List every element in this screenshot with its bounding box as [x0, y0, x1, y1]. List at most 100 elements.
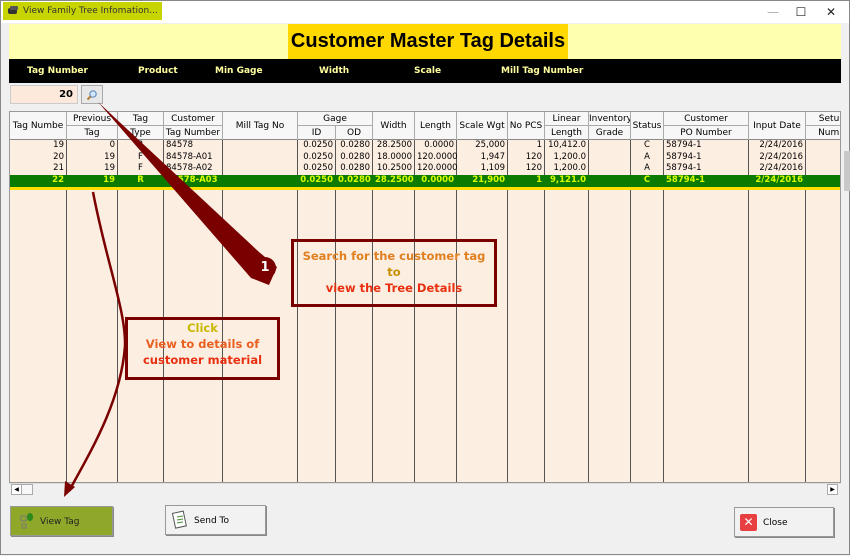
vertical-scrollbar[interactable] — [844, 151, 850, 191]
column-divider — [414, 140, 415, 482]
col-previous[interactable]: Previous — [67, 112, 118, 126]
col-tag-type[interactable]: Type — [118, 126, 164, 140]
cell-pcs: 1 — [536, 140, 542, 150]
cell-tag: 21 — [53, 163, 64, 173]
col-customer-tag-number[interactable]: Tag Number — [164, 126, 223, 140]
column-divider — [222, 140, 223, 482]
filter-label-width: Width — [319, 66, 350, 76]
column-divider — [507, 140, 508, 482]
send-to-label: Send To — [194, 516, 230, 526]
cell-id: 0.0250 — [303, 140, 333, 150]
column-divider — [544, 140, 545, 482]
search-callout: Search for the customer tag to view the … — [291, 239, 497, 307]
view-tag-button[interactable]: View Tag — [10, 506, 113, 536]
cell-status: C — [643, 174, 651, 185]
filter-label-min-gage: Min Gage — [215, 66, 263, 76]
cell-od: 0.0280 — [338, 174, 371, 185]
cell-wgt: 1,109 — [480, 163, 505, 173]
col-no-pcs[interactable]: No PCS — [508, 112, 545, 140]
column-divider — [297, 140, 298, 482]
cell-id: 0.0250 — [303, 151, 333, 162]
horizontal-scrollbar[interactable]: ◀ ▶ — [9, 483, 841, 495]
col-linear-length[interactable]: Length — [545, 126, 589, 140]
table-row[interactable]: 20 19 F 84578-A01 0.0250 0.0280 18.0000 120.000… — [10, 151, 840, 163]
cell-pcs: 1 — [536, 174, 542, 185]
cell-length: 0.0000 — [421, 174, 454, 185]
page-title: Customer Master Tag Details — [288, 24, 568, 59]
scroll-right-button[interactable]: ▶ — [827, 484, 838, 495]
column-divider — [335, 140, 336, 482]
col-customer[interactable]: Customer — [164, 112, 223, 126]
cell-linear: 1,200.0 — [553, 163, 586, 173]
table-row-selected[interactable]: 22 19 R 84578-A03 0.0250 0.0280 28.2500 0.0000 2… — [10, 174, 840, 187]
search-callout-line3: view the Tree Details — [325, 281, 463, 295]
cell-width: 10.2500 — [376, 163, 412, 173]
cell-status: C — [644, 140, 650, 150]
window-title-text: View Family Tree Infomation... — [23, 6, 158, 16]
col-mill-tag-no[interactable]: Mill Tag No — [223, 112, 298, 140]
col-po-number[interactable]: PO Number — [664, 126, 749, 140]
cell-width: 28.2500 — [376, 140, 412, 150]
col-scale-wgt[interactable]: Scale Wgt — [457, 112, 508, 140]
cell-width: 28.2500 — [375, 174, 414, 185]
col-width[interactable]: Width — [373, 112, 415, 140]
selected-row-highlight — [10, 186, 840, 190]
search-callout-line1: Search for the customer tag — [302, 249, 486, 263]
col-linear[interactable]: Linear — [545, 112, 589, 126]
col-tag[interactable]: Tag — [118, 112, 164, 126]
close-x-icon: ✕ — [740, 514, 757, 531]
cell-status: A — [644, 151, 650, 162]
col-setup[interactable]: Setup — [806, 112, 840, 126]
column-divider — [163, 140, 164, 482]
grid-header: Tag Numbe Previous Tag Tag Type Customer… — [10, 112, 840, 140]
cell-wgt: 21,900 — [472, 174, 505, 185]
click-callout-line1: Click — [187, 321, 218, 335]
col-gage[interactable]: Gage — [298, 112, 373, 126]
click-callout-line2: View to details of — [145, 337, 260, 351]
cell-prev: 0 — [109, 140, 115, 150]
view-tag-label: View Tag — [40, 517, 80, 527]
cell-od: 0.0280 — [340, 140, 370, 150]
table-row[interactable]: 19 0 R 84578 0.0250 0.0280 28.2500 0.0000 25,000… — [10, 140, 840, 151]
col-length[interactable]: Length — [415, 112, 457, 140]
column-divider — [66, 140, 67, 482]
search-button[interactable] — [81, 85, 103, 104]
col-previous-tag[interactable]: Tag — [67, 126, 118, 140]
cell-po: 58794-1 — [666, 151, 702, 162]
close-button[interactable]: ✕ Close — [734, 507, 834, 537]
cell-po: 58794-1 — [666, 174, 706, 185]
cell-type: F — [138, 151, 143, 162]
col-customer-po[interactable]: Customer — [664, 112, 749, 126]
col-input-date[interactable]: Input Date — [749, 112, 806, 140]
cell-prev: 19 — [104, 151, 115, 162]
tag-search-input[interactable]: 20 — [10, 85, 78, 104]
table-row[interactable]: 21 19 F 84578-A02 0.0250 0.0280 10.2500 120.000… — [10, 163, 840, 174]
filter-label-product: Product — [138, 66, 178, 76]
send-to-button[interactable]: Send To — [165, 505, 266, 535]
app-icon — [8, 6, 18, 14]
click-callout: Click View to details of customer materi… — [125, 317, 280, 380]
cell-linear: 10,412.0 — [548, 140, 586, 150]
scroll-thumb[interactable] — [21, 484, 33, 495]
col-inventory[interactable]: Inventory — [589, 112, 631, 126]
col-gage-id[interactable]: ID — [298, 126, 336, 140]
col-inventory-grade[interactable]: Grade — [589, 126, 631, 140]
col-gage-od[interactable]: OD — [336, 126, 373, 140]
col-status[interactable]: Status — [631, 112, 664, 140]
cell-type: F — [138, 163, 143, 173]
cell-id: 0.0250 — [303, 163, 333, 173]
cell-od: 0.0280 — [340, 151, 370, 162]
filter-bar: Tag Number Product Min Gage Width Scale … — [9, 59, 841, 83]
search-callout-line2: to — [387, 265, 401, 279]
cell-length: 120.0000 — [417, 163, 458, 173]
cell-date: 2/24/2016 — [759, 140, 803, 150]
col-tag-number[interactable]: Tag Numbe — [10, 112, 67, 140]
col-setup-number[interactable]: Numb — [806, 126, 840, 140]
cell-date: 2/24/2016 — [755, 174, 803, 185]
column-divider — [663, 140, 664, 482]
minimize-button[interactable]: — — [758, 1, 788, 23]
cell-date: 2/24/2016 — [759, 151, 803, 162]
column-divider — [630, 140, 631, 482]
maximize-button[interactable]: ☐ — [786, 1, 816, 23]
close-window-button[interactable]: ✕ — [816, 1, 846, 23]
